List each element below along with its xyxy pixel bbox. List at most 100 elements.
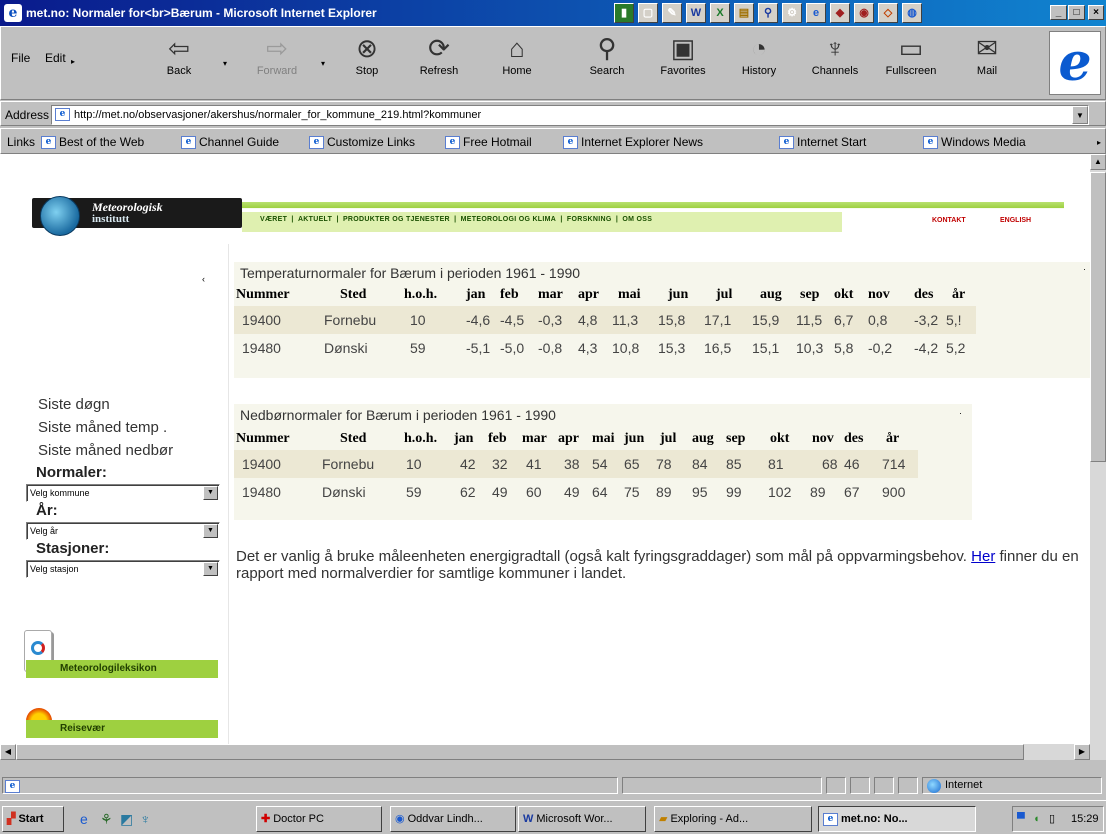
- page-icon: e: [309, 136, 324, 150]
- nav-aktuelt[interactable]: AKTUELT: [298, 216, 332, 223]
- scroll-thumb[interactable]: [1090, 172, 1106, 462]
- tray-app-icon[interactable]: ▮: [614, 3, 634, 23]
- ie-window-icon[interactable]: e: [4, 4, 22, 22]
- back-button[interactable]: ⇦ Back: [151, 31, 207, 95]
- scroll-right-icon[interactable]: ▶: [1074, 744, 1090, 760]
- here-link[interactable]: Her: [971, 548, 995, 565]
- ar-select[interactable]: Velg år ▼: [26, 522, 220, 540]
- nav-meteorologi[interactable]: METEOROLOGI OG KLIMA: [461, 216, 556, 223]
- chevron-down-icon[interactable]: ▼: [1072, 106, 1088, 124]
- minimize-button[interactable]: _: [1050, 5, 1067, 20]
- favorites-button[interactable]: ▣ Favorites: [655, 31, 711, 95]
- nav-veret[interactable]: VÆRET: [260, 216, 287, 223]
- history-button[interactable]: ◔ History: [731, 31, 787, 95]
- tray-app-icon[interactable]: ▤: [734, 3, 754, 23]
- chevron-down-icon[interactable]: ▾: [321, 59, 325, 68]
- page-icon: e: [563, 136, 578, 150]
- ie-logo-icon: e: [1049, 31, 1101, 95]
- table-cell: 17,1: [704, 312, 732, 328]
- link-windows-media[interactable]: e Windows Media: [923, 135, 1026, 150]
- tray-app-icon[interactable]: ⚙: [782, 3, 802, 23]
- fullscreen-button[interactable]: ▭ Fullscreen: [883, 31, 939, 95]
- meteorologileksikon-banner[interactable]: Meteorologileksikon: [26, 660, 218, 678]
- links-bar: Links e Best of the Web e Channel Guide eC…: [0, 128, 1106, 154]
- task-doctor-pc[interactable]: ✚ Doctor PC: [256, 806, 382, 832]
- tray-window-icon[interactable]: ▢: [638, 3, 658, 23]
- sidebar-link-siste-dogn[interactable]: Siste døgn: [38, 396, 110, 413]
- tray-app-icon[interactable]: ◆: [830, 3, 850, 23]
- mail-button[interactable]: ✉ Mail: [959, 31, 1015, 95]
- link-ie-news[interactable]: e Internet Explorer News: [563, 135, 703, 150]
- note-text-before: Det er vanlig å bruke måleenheten energi…: [236, 548, 967, 565]
- search-icon[interactable]: ⚲: [758, 3, 778, 23]
- vertical-scrollbar[interactable]: ▲: [1090, 154, 1106, 760]
- tray-app-icon[interactable]: ✎: [662, 3, 682, 23]
- stop-button[interactable]: ⊗ Stop: [339, 31, 395, 95]
- reisevaer-banner[interactable]: Reisevær: [26, 720, 218, 738]
- link-customize-links[interactable]: e Customize Links: [309, 135, 415, 150]
- task-microsoft-word[interactable]: W Microsoft Wor...: [518, 806, 646, 832]
- search-button[interactable]: ⚲ Search: [579, 31, 635, 95]
- table-cell: -4,5: [500, 312, 525, 328]
- close-button[interactable]: ×: [1088, 5, 1104, 20]
- nav-forskning[interactable]: FORSKNING: [567, 216, 612, 223]
- scroll-left-icon[interactable]: ◀: [0, 744, 16, 760]
- table-cell: 99: [726, 484, 742, 500]
- home-button[interactable]: ⌂ Home: [489, 31, 545, 95]
- clock[interactable]: 15:29: [1071, 807, 1099, 831]
- channels-quicklaunch-icon[interactable]: ♆: [140, 811, 151, 827]
- excel-icon[interactable]: X: [710, 3, 730, 23]
- chevron-down-icon[interactable]: ▾: [223, 59, 227, 68]
- tray-icon[interactable]: ◖: [1033, 807, 1040, 831]
- ie-tray-icon[interactable]: e: [806, 3, 826, 23]
- nav-produkter[interactable]: PRODUKTER OG TJENESTER: [343, 216, 450, 223]
- zone-panel: Internet: [922, 777, 1102, 794]
- bullet-icon: ·: [959, 408, 962, 418]
- task-oddvar-lindh[interactable]: ◉ Oddvar Lindh...: [390, 806, 516, 832]
- met-logo[interactable]: Meteorologisk institutt: [32, 196, 242, 236]
- link-best-of-the-web[interactable]: e Best of the Web: [41, 135, 144, 150]
- volume-icon[interactable]: ▯: [1049, 807, 1055, 831]
- menu-edit[interactable]: Edit: [45, 51, 66, 65]
- link-internet-start[interactable]: e Internet Start: [779, 135, 866, 150]
- ie-quicklaunch-icon[interactable]: e: [80, 811, 88, 827]
- outlook-quicklaunch-icon[interactable]: ⚘: [100, 811, 113, 828]
- refresh-button[interactable]: ⟳ Refresh: [411, 31, 467, 95]
- menu-file[interactable]: File: [11, 51, 30, 65]
- sidebar-link-siste-maned-temp[interactable]: Siste måned temp .: [38, 419, 167, 436]
- word-icon[interactable]: W: [686, 3, 706, 23]
- forward-button[interactable]: ⇨ Forward: [249, 31, 305, 95]
- table-cell: 81: [768, 456, 784, 472]
- desktop-quicklaunch-icon[interactable]: ◩: [120, 811, 133, 828]
- tray-app-icon[interactable]: ◇: [878, 3, 898, 23]
- link-free-hotmail[interactable]: e Free Hotmail: [445, 135, 532, 150]
- kommune-select[interactable]: Velg kommune ▼: [26, 484, 220, 502]
- col-header: okt: [770, 431, 790, 446]
- nav-sep: |: [454, 216, 457, 223]
- normaler-label: Normaler:: [36, 464, 107, 481]
- col-header: Nummer: [236, 287, 290, 302]
- english-link[interactable]: ENGLISH: [1000, 217, 1031, 224]
- sidebar-link-siste-maned-nedbor[interactable]: Siste måned nedbør: [38, 442, 173, 459]
- task-exploring[interactable]: ▰ Exploring - Ad...: [654, 806, 812, 832]
- start-button[interactable]: ▞ Start: [2, 806, 64, 832]
- channels-button[interactable]: ♆ Channels: [807, 31, 863, 95]
- page-icon: e: [55, 108, 70, 121]
- stasjon-select[interactable]: Velg stasjon ▼: [26, 560, 220, 578]
- page-icon: e: [779, 136, 794, 150]
- address-input[interactable]: e http://met.no/observasjoner/akershus/n…: [51, 105, 1089, 125]
- link-channel-guide[interactable]: e Channel Guide: [181, 135, 279, 150]
- col-header: h.o.h.: [404, 287, 438, 302]
- kontakt-link[interactable]: KONTAKT: [932, 217, 966, 224]
- horizontal-scrollbar[interactable]: ◀ ▶: [0, 744, 1090, 760]
- scroll-thumb[interactable]: [16, 744, 1024, 760]
- tray-app-icon[interactable]: ◍: [902, 3, 922, 23]
- scroll-up-icon[interactable]: ▲: [1090, 154, 1106, 170]
- chevron-right-icon[interactable]: ▸: [1097, 138, 1101, 147]
- maximize-button[interactable]: □: [1068, 5, 1085, 20]
- network-icon[interactable]: ▀: [1017, 807, 1025, 831]
- tray-app-icon[interactable]: ◉: [854, 3, 874, 23]
- nav-om-oss[interactable]: OM OSS: [622, 216, 652, 223]
- task-met-no[interactable]: e met.no: No...: [818, 806, 976, 832]
- table-row: 19480 Dønski 59 -5,1 -5,0 -0,8 4,3 10,8 …: [234, 334, 976, 362]
